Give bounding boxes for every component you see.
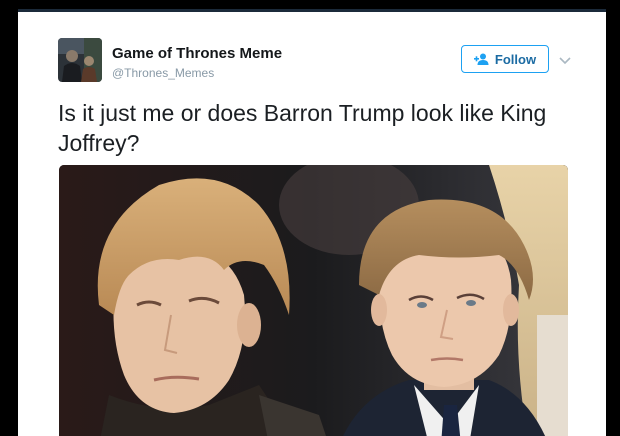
tweet-text: Is it just me or does Barron Trump look …	[58, 100, 547, 156]
display-name[interactable]: Game of Thrones Meme	[112, 45, 282, 62]
avatar[interactable]	[58, 38, 102, 82]
photo-image	[59, 165, 568, 436]
tweet-photo[interactable]	[59, 165, 568, 436]
follow-label: Follow	[494, 51, 537, 67]
follow-button[interactable]: Follow	[461, 45, 549, 73]
user-handle[interactable]: @Thrones_Memes	[112, 66, 214, 80]
avatar-image	[58, 38, 102, 82]
tweet-card: Game of Thrones Meme @Thrones_Memes Foll…	[18, 9, 606, 436]
card-top-border	[18, 9, 606, 12]
chevron-down-icon[interactable]	[558, 53, 572, 65]
add-person-icon	[473, 53, 490, 65]
screenshot-frame: Game of Thrones Meme @Thrones_Memes Foll…	[0, 0, 620, 436]
